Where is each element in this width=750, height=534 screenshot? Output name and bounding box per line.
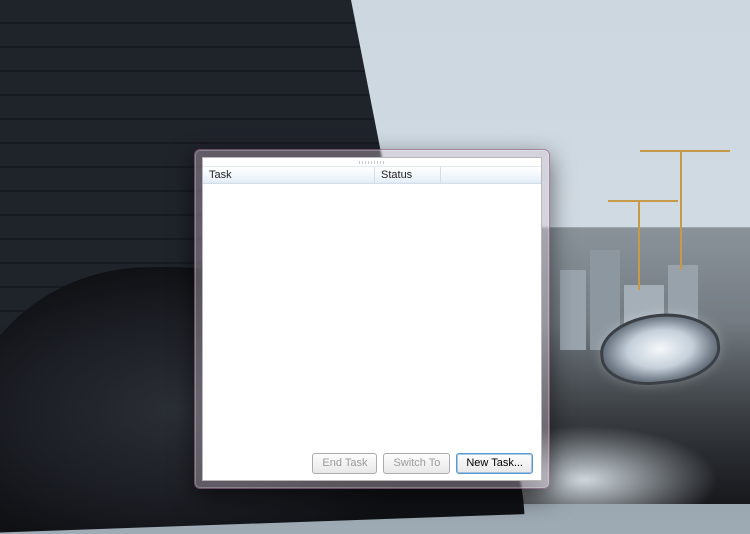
switch-to-button[interactable]: Switch To bbox=[383, 453, 450, 474]
window-client-area: Task Status End Task Switch To New Task.… bbox=[202, 157, 542, 481]
task-list[interactable] bbox=[203, 184, 541, 446]
column-header-spacer bbox=[441, 167, 541, 183]
end-task-button[interactable]: End Task bbox=[312, 453, 377, 474]
window-grip[interactable] bbox=[203, 158, 541, 166]
column-header-row: Task Status bbox=[203, 166, 541, 184]
wallpaper-detail bbox=[638, 200, 640, 290]
button-bar: End Task Switch To New Task... bbox=[203, 446, 541, 480]
wallpaper-detail bbox=[680, 150, 682, 270]
new-task-button[interactable]: New Task... bbox=[456, 453, 533, 474]
column-header-status[interactable]: Status bbox=[375, 167, 441, 183]
column-header-task[interactable]: Task bbox=[203, 167, 375, 183]
task-manager-window[interactable]: Task Status End Task Switch To New Task.… bbox=[194, 149, 550, 489]
